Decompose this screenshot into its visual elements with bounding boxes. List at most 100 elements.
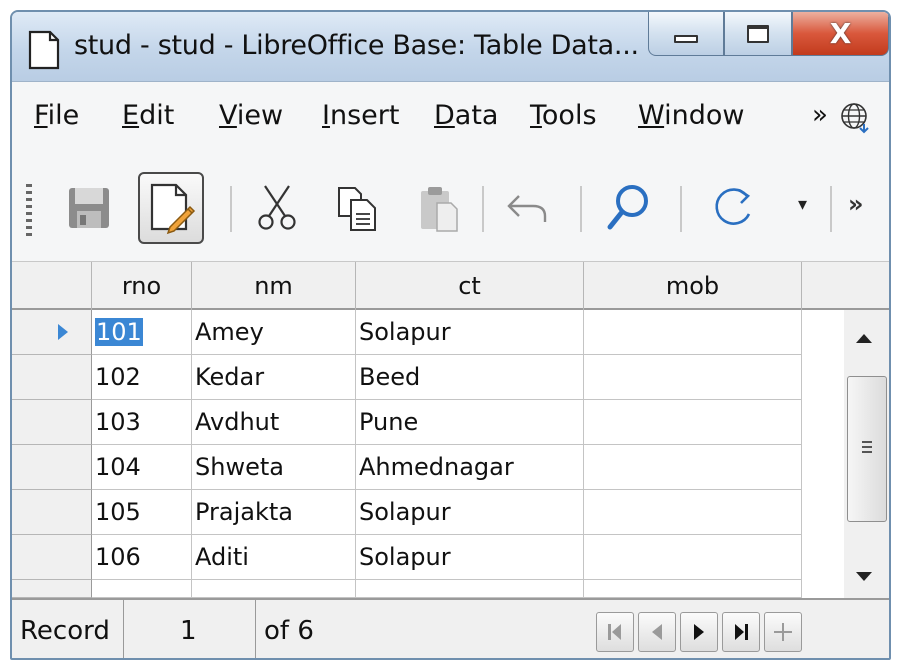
save-button[interactable] [56, 172, 122, 244]
toolbar-separator [482, 186, 484, 232]
close-icon: X [829, 17, 852, 50]
maximize-button[interactable] [724, 12, 792, 56]
copy-button[interactable] [324, 172, 390, 244]
record-count: of 6 [264, 616, 314, 646]
scroll-down-icon[interactable] [856, 572, 872, 581]
row-handle[interactable] [12, 535, 92, 580]
row-handle[interactable] [12, 400, 92, 445]
cell-mob[interactable] [584, 445, 802, 490]
cell-mob[interactable] [584, 490, 802, 535]
cell-rno[interactable] [92, 580, 192, 598]
toolbar-grip[interactable] [26, 184, 32, 236]
first-record-button[interactable] [596, 612, 634, 652]
menu-data[interactable]: Data [434, 100, 498, 131]
scroll-up-icon[interactable] [856, 334, 872, 343]
app-window: stud - stud - LibreOffice Base: Table Da… [10, 10, 891, 660]
close-button[interactable]: X [792, 12, 889, 56]
cell-rno[interactable]: 105 [92, 490, 192, 535]
row-handle[interactable] [12, 310, 92, 355]
table-row[interactable]: 101 Amey Solapur [12, 310, 802, 355]
column-header-rno[interactable]: rno [92, 262, 192, 310]
refresh-button[interactable] [700, 172, 766, 244]
last-record-button[interactable] [722, 612, 760, 652]
cell-mob[interactable] [584, 400, 802, 445]
cell-ct[interactable]: Solapur [356, 310, 584, 355]
cell-nm[interactable]: Amey [192, 310, 356, 355]
menu-more-button[interactable]: » [812, 100, 828, 130]
cell-mob[interactable] [584, 310, 802, 355]
cell-nm[interactable]: Aditi [192, 535, 356, 580]
column-header-ct[interactable]: ct [356, 262, 584, 310]
row-handle[interactable] [12, 490, 92, 535]
cell-mob[interactable] [584, 355, 802, 400]
find-button[interactable] [596, 172, 662, 244]
cell-ct[interactable]: Solapur [356, 490, 584, 535]
cell-ct[interactable]: Pune [356, 400, 584, 445]
previous-record-button[interactable] [638, 612, 676, 652]
cell-nm[interactable]: Shweta [192, 445, 356, 490]
column-header-nm[interactable]: nm [192, 262, 356, 310]
record-number-field[interactable]: 1 [124, 600, 256, 658]
cell-rno[interactable]: 102 [92, 355, 192, 400]
cell-ct[interactable] [356, 580, 584, 598]
last-record-icon [735, 624, 748, 640]
cell-rno[interactable]: 103 [92, 400, 192, 445]
scroll-thumb[interactable] [847, 376, 887, 522]
new-record-button[interactable] [764, 612, 802, 652]
first-record-icon [608, 624, 621, 640]
cell-ct[interactable]: Beed [356, 355, 584, 400]
undo-icon [507, 195, 547, 222]
cell-mob[interactable] [584, 580, 802, 598]
cell-nm[interactable]: Kedar [192, 355, 356, 400]
toolbar-separator [230, 186, 232, 232]
next-record-button[interactable] [680, 612, 718, 652]
cell-rno[interactable]: 104 [92, 445, 192, 490]
toolbar-separator [830, 186, 832, 232]
globe-icon[interactable] [838, 100, 872, 134]
table-row[interactable]: 102 Kedar Beed [12, 355, 802, 400]
row-handle[interactable] [12, 445, 92, 490]
document-icon [28, 30, 60, 70]
menu-file[interactable]: File [34, 100, 79, 131]
menu-tools[interactable]: Tools [530, 100, 597, 131]
toolbar-separator [680, 186, 682, 232]
cell-rno[interactable]: 101 [92, 310, 192, 355]
cell-nm[interactable] [192, 580, 356, 598]
edit-data-icon [150, 183, 196, 235]
table-row[interactable]: 103 Avdhut Pune [12, 400, 802, 445]
cut-button[interactable] [244, 172, 310, 244]
menu-window[interactable]: Window [638, 100, 744, 131]
edit-data-button[interactable] [138, 172, 204, 244]
refresh-dropdown-button[interactable]: ▾ [798, 194, 807, 215]
row-handle[interactable] [12, 355, 92, 400]
window-title: stud - stud - LibreOffice Base: Table Da… [74, 30, 639, 61]
paste-icon [421, 187, 458, 232]
cell-ct[interactable]: Ahmednagar [356, 445, 584, 490]
menu-view[interactable]: View [219, 100, 283, 131]
maximize-icon [747, 24, 769, 43]
table-data-grid[interactable]: rno nm ct mob 101 Amey Solapur 102 Kedar… [12, 262, 889, 598]
menu-edit[interactable]: Edit [122, 100, 174, 131]
previous-record-icon [652, 624, 662, 640]
cell-rno[interactable]: 106 [92, 535, 192, 580]
table-row[interactable]: 104 Shweta Ahmednagar [12, 445, 802, 490]
toolbar-more-button[interactable]: » [848, 190, 864, 218]
new-record-row[interactable] [12, 580, 802, 598]
title-bar[interactable]: stud - stud - LibreOffice Base: Table Da… [12, 12, 889, 82]
undo-button[interactable] [494, 172, 560, 244]
row-handle[interactable] [12, 580, 92, 598]
standard-toolbar: ▾ » [12, 156, 889, 262]
minimize-button[interactable] [648, 12, 724, 56]
table-row[interactable]: 105 Prajakta Solapur [12, 490, 802, 535]
cell-mob[interactable] [584, 535, 802, 580]
next-record-icon [694, 624, 704, 640]
menu-insert[interactable]: Insert [322, 100, 399, 131]
paste-button[interactable] [406, 172, 472, 244]
column-header-mob[interactable]: mob [584, 262, 802, 310]
cell-nm[interactable]: Prajakta [192, 490, 356, 535]
cell-ct[interactable]: Solapur [356, 535, 584, 580]
cell-nm[interactable]: Avdhut [192, 400, 356, 445]
table-row[interactable]: 106 Aditi Solapur [12, 535, 802, 580]
vertical-scrollbar[interactable] [844, 310, 889, 598]
corner-cell[interactable] [12, 262, 92, 310]
